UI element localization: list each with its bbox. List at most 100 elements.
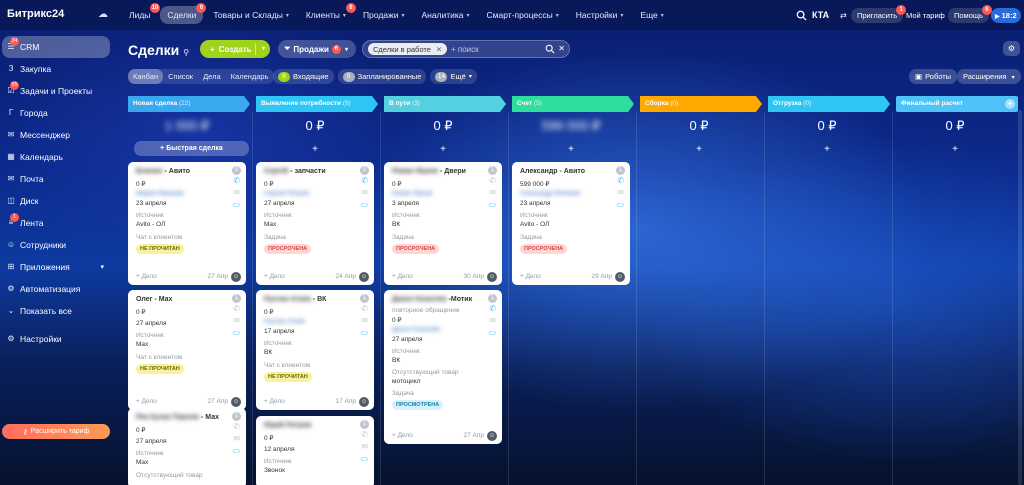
add-activity-link[interactable]: + Дело: [392, 432, 413, 439]
deal-card[interactable]: Сергей - запчасти 0 0 ₽ Сергей Петров 27…: [256, 162, 374, 285]
my-tariff-button[interactable]: Мой тариф: [900, 8, 951, 23]
card-contact[interactable]: Сергей Петров: [264, 190, 309, 197]
help-button[interactable]: Помощь 6: [948, 4, 992, 23]
deal-card[interactable]: Роман Жуков - Двери 1 0 ₽ Роман Жуков 3 …: [384, 162, 502, 285]
avatar[interactable]: ☺: [615, 272, 625, 282]
create-button[interactable]: + Создать ▾: [200, 40, 270, 58]
add-deal-button[interactable]: +: [384, 144, 502, 155]
add-deal-button[interactable]: +: [768, 144, 886, 155]
sidebar-item-cities[interactable]: Г Города: [2, 102, 110, 124]
card-title[interactable]: Рик Кулан Павлов - Мах: [136, 414, 219, 421]
card-title[interactable]: Руслан Агаев - ВК: [264, 296, 326, 303]
deal-card[interactable]: Рик Кулан Павлов - Мах 1 0 ₽ 27 апреля И…: [128, 408, 246, 485]
card-title[interactable]: Роман Жуков - Двери: [392, 168, 466, 175]
card-title[interactable]: Юрий Петров: [264, 422, 311, 429]
sidebar-item-crm[interactable]: ☰ 24 CRM: [2, 36, 110, 58]
add-deal-button[interactable]: +: [896, 144, 1014, 155]
invite-button[interactable]: Пригласить 1: [851, 4, 907, 23]
card-contact[interactable]: Мария Иванова: [136, 190, 184, 197]
nav-analytics[interactable]: Аналитика ▾: [414, 6, 476, 24]
phone-icon[interactable]: ✆: [489, 176, 496, 185]
column-header[interactable]: Выявление потребности (9): [256, 96, 378, 112]
close-icon[interactable]: ✕: [436, 45, 442, 54]
deal-card[interactable]: Олег - Мах 1 0 ₽ 27 апреля Источник Max …: [128, 290, 246, 410]
card-title[interactable]: Данил Кошелев -Мотик: [392, 296, 472, 303]
avatar[interactable]: ☺: [359, 272, 369, 282]
sales-funnel-button[interactable]: ⏷ Продажи 6 ▾: [278, 40, 356, 58]
tab-list[interactable]: Список: [163, 69, 198, 84]
card-contact[interactable]: Руслан Агаев: [264, 318, 305, 325]
gear-icon[interactable]: ⚙: [1003, 41, 1020, 56]
add-activity-link[interactable]: + Дело: [264, 273, 285, 280]
filter-chip[interactable]: Сделки в работе ✕: [368, 43, 448, 55]
chat-icon[interactable]: ▭: [360, 328, 368, 337]
chat-icon[interactable]: ▭: [360, 454, 368, 463]
phone-icon[interactable]: ✆: [361, 304, 368, 313]
phone-icon[interactable]: ✆: [617, 176, 624, 185]
sidebar-item-tasks[interactable]: ☑ 55 Задачи и Проекты: [2, 80, 110, 102]
sidebar-item-purchase[interactable]: З Закупка: [2, 58, 110, 80]
sidebar-item-disk[interactable]: ◫ Диск: [2, 190, 110, 212]
chat-icon[interactable]: ▭: [488, 328, 496, 337]
add-deal-button[interactable]: +: [512, 144, 630, 155]
sidebar-item-feed[interactable]: ≡ 1 Лента: [2, 212, 110, 234]
mail-icon[interactable]: ✉: [361, 442, 368, 451]
avatar[interactable]: ☺: [487, 272, 497, 282]
chat-icon[interactable]: ▭: [360, 200, 368, 209]
add-deal-button[interactable]: +: [640, 144, 758, 155]
sidebar-item-calendar[interactable]: ▦ Календарь: [2, 146, 110, 168]
chevron-down-icon[interactable]: ▾: [262, 45, 265, 52]
column-header[interactable]: Финальный расчет +: [896, 96, 1018, 112]
nav-more[interactable]: Еще ▾: [633, 6, 670, 24]
add-activity-link[interactable]: + Дело: [264, 398, 285, 405]
app-logo[interactable]: Битрикс24: [7, 8, 64, 20]
card-title[interactable]: Сергей - запчасти: [264, 168, 326, 175]
phone-icon[interactable]: ✆: [233, 422, 240, 431]
sidebar-item-apps[interactable]: ⊞ Приложения ▾: [2, 256, 110, 278]
column-header[interactable]: В пути (3): [384, 96, 506, 112]
clear-icon[interactable]: ✕: [558, 44, 565, 53]
sidebar-item-settings[interactable]: ⚙ Настройки: [2, 328, 110, 350]
deal-card[interactable]: Блинин - Авито 0 0 ₽ Мария Иванова 23 ап…: [128, 162, 246, 285]
upgrade-tariff-button[interactable]: ⚷ Расширить тариф: [2, 424, 110, 439]
avatar[interactable]: ☺: [231, 272, 241, 282]
card-title[interactable]: Олег - Мах: [136, 296, 172, 303]
pin-icon[interactable]: ⚲: [183, 48, 189, 57]
company-name[interactable]: КТА: [812, 0, 829, 30]
mail-icon[interactable]: ✉: [233, 316, 240, 325]
chat-icon[interactable]: ▭: [232, 328, 240, 337]
chat-icon[interactable]: ▭: [232, 446, 240, 455]
scrollbar[interactable]: [1018, 110, 1022, 485]
phone-icon[interactable]: ✆: [233, 304, 240, 313]
column-header[interactable]: Счет (5): [512, 96, 634, 112]
nav-leads[interactable]: Лиды 10: [122, 3, 161, 24]
avatar[interactable]: ☺: [231, 397, 241, 407]
deal-card[interactable]: Юрий Петров 1 0 ₽ 12 апреля Источник Зво…: [256, 416, 374, 485]
mail-icon[interactable]: ✉: [361, 316, 368, 325]
sidebar-show-all[interactable]: ⌄ Показать все: [2, 300, 110, 322]
counter-incoming[interactable]: 6 Входящие: [273, 69, 334, 84]
chat-icon[interactable]: ▭: [616, 200, 624, 209]
card-contact[interactable]: Данил Кошелев: [392, 326, 440, 333]
tab-calendar[interactable]: Календарь: [226, 69, 274, 84]
sidebar-item-automation[interactable]: ⚙ Автоматизация: [2, 278, 110, 300]
add-activity-link[interactable]: + Дело: [136, 398, 157, 405]
tab-activities[interactable]: Дела: [198, 69, 226, 84]
mail-icon[interactable]: ✉: [617, 188, 624, 197]
mail-icon[interactable]: ✉: [233, 188, 240, 197]
nav-clients[interactable]: Клиенты ▾ 8: [299, 3, 356, 24]
deal-card[interactable]: Александр - Авито 1 599 000 ₽ Александр …: [512, 162, 630, 285]
card-title[interactable]: Александр - Авито: [520, 168, 585, 175]
search-icon[interactable]: [545, 44, 555, 54]
phone-icon[interactable]: ✆: [233, 176, 240, 185]
column-header[interactable]: Сборка (0): [640, 96, 762, 112]
avatar[interactable]: ☺: [359, 397, 369, 407]
chat-icon[interactable]: ▭: [232, 200, 240, 209]
deal-card[interactable]: Руслан Агаев - ВК 1 0 ₽ Руслан Агаев 17 …: [256, 290, 374, 410]
counter-planned[interactable]: 0 Запланированные: [337, 69, 427, 84]
nav-products[interactable]: Товары и Склады ▾: [206, 6, 295, 24]
add-activity-link[interactable]: + Дело: [136, 273, 157, 280]
card-contact[interactable]: Роман Жуков: [392, 190, 432, 197]
mail-icon[interactable]: ✉: [233, 434, 240, 443]
phone-icon[interactable]: ✆: [361, 430, 368, 439]
